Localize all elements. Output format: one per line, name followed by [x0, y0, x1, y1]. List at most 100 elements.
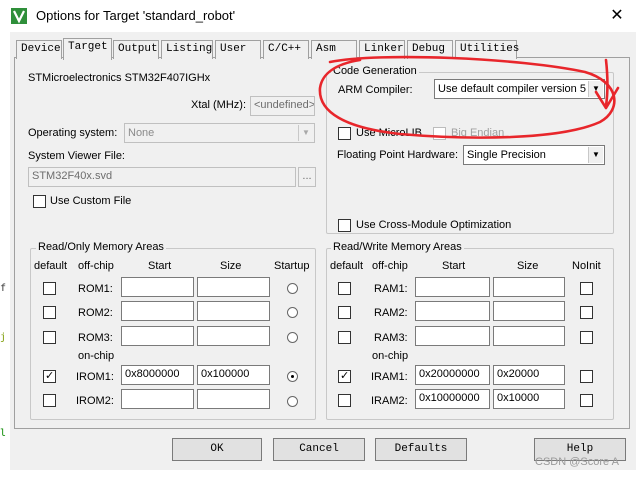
ram1-size-input[interactable]	[493, 277, 565, 297]
device-name: STMicroelectronics STM32F407IGHx	[28, 72, 211, 84]
rom2-default-checkbox[interactable]	[43, 306, 56, 319]
ro-header-offchip: off-chip	[78, 260, 114, 272]
defaults-button[interactable]: Defaults	[375, 438, 467, 461]
use-microlib-label: Use MicroLIB	[356, 127, 423, 139]
keil-app-icon	[10, 7, 28, 25]
ram2-start-input[interactable]	[415, 301, 490, 321]
ram3-label: RAM3:	[374, 332, 408, 344]
tab-output[interactable]: Output	[113, 40, 159, 59]
xtal-input[interactable]: <undefined>	[250, 96, 315, 116]
background-editor-strip: f j l	[0, 32, 10, 477]
chevron-down-icon: ▼	[588, 81, 603, 97]
floating-point-select[interactable]: Single Precision ▼	[463, 145, 605, 165]
svd-label: System Viewer File:	[28, 150, 125, 162]
iram2-default-checkbox[interactable]	[338, 394, 351, 407]
tab-device[interactable]: Device	[16, 40, 62, 59]
tab-linker[interactable]: Linker	[359, 40, 405, 59]
cross-module-label: Use Cross-Module Optimization	[356, 219, 512, 231]
strip-char: f	[0, 283, 7, 294]
ram3-noinit-checkbox[interactable]	[580, 331, 593, 344]
rom1-size-input[interactable]	[197, 277, 270, 297]
arm-compiler-select[interactable]: Use default compiler version 5 ▼	[434, 79, 605, 99]
strip-char: l	[0, 428, 7, 439]
irom1-default-checkbox[interactable]: ✓	[43, 370, 56, 383]
iram1-start-input[interactable]: 0x20000000	[415, 365, 490, 385]
rom2-startup-radio[interactable]	[287, 307, 298, 318]
rom1-startup-radio[interactable]	[287, 283, 298, 294]
irom2-size-input[interactable]	[197, 389, 270, 409]
arm-compiler-label: ARM Compiler:	[338, 84, 413, 96]
use-custom-file-checkbox[interactable]	[33, 195, 46, 208]
os-label: Operating system:	[28, 127, 118, 139]
ram2-default-checkbox[interactable]	[338, 306, 351, 319]
cancel-button[interactable]: Cancel	[273, 438, 365, 461]
irom2-startup-radio[interactable]	[287, 396, 298, 407]
close-icon[interactable]: ✕	[604, 4, 630, 28]
tab-target[interactable]: Target	[63, 38, 112, 60]
rom3-size-input[interactable]	[197, 326, 270, 346]
rom2-size-input[interactable]	[197, 301, 270, 321]
iram1-default-checkbox[interactable]: ✓	[338, 370, 351, 383]
rom3-label: ROM3:	[78, 332, 113, 344]
tab-listing[interactable]: Listing	[161, 40, 213, 59]
irom2-start-input[interactable]	[121, 389, 194, 409]
rom3-default-checkbox[interactable]	[43, 331, 56, 344]
strip-char: j	[0, 332, 7, 343]
window-title: Options for Target 'standard_robot'	[36, 8, 236, 23]
ram2-label: RAM2:	[374, 307, 408, 319]
rom1-start-input[interactable]	[121, 277, 194, 297]
rw-header-start: Start	[442, 260, 466, 272]
ro-memory-title: Read/Only Memory Areas	[36, 241, 166, 253]
arm-compiler-value: Use default compiler version 5	[438, 83, 586, 95]
iram1-noinit-checkbox[interactable]	[580, 370, 593, 383]
ro-header-startup: Startup	[274, 260, 310, 272]
ram3-size-input[interactable]	[493, 326, 565, 346]
tab-user[interactable]: User	[215, 40, 261, 59]
irom1-size-input[interactable]: 0x100000	[197, 365, 270, 385]
chevron-down-icon: ▼	[298, 125, 313, 141]
floating-point-value: Single Precision	[467, 149, 546, 161]
rom1-label: ROM1:	[78, 283, 113, 295]
os-select-value: None	[128, 127, 155, 139]
use-microlib-checkbox[interactable]	[338, 127, 351, 140]
rw-header-noinit: NoInit	[572, 260, 601, 272]
rom1-default-checkbox[interactable]	[43, 282, 56, 295]
irom1-label: IROM1:	[76, 371, 114, 383]
iram2-noinit-checkbox[interactable]	[580, 394, 593, 407]
rom2-start-input[interactable]	[121, 301, 194, 321]
floating-point-label: Floating Point Hardware:	[337, 149, 459, 161]
ram1-start-input[interactable]	[415, 277, 490, 297]
xtal-label: Xtal (MHz):	[191, 99, 246, 111]
rw-header-offchip: off-chip	[372, 260, 408, 272]
tab-asm[interactable]: Asm	[311, 40, 357, 59]
browse-button[interactable]: ...	[298, 167, 316, 187]
ram3-default-checkbox[interactable]	[338, 331, 351, 344]
use-custom-file-label: Use Custom File	[50, 195, 132, 207]
ram2-noinit-checkbox[interactable]	[580, 306, 593, 319]
tab-debug[interactable]: Debug	[407, 40, 453, 59]
tab-c-cpp[interactable]: C/C++	[263, 40, 309, 59]
ro-header-default: default	[34, 260, 68, 272]
ram1-default-checkbox[interactable]	[338, 282, 351, 295]
ram2-size-input[interactable]	[493, 301, 565, 321]
irom2-default-checkbox[interactable]	[43, 394, 56, 407]
checkmark-icon: ✓	[340, 370, 350, 382]
ro-header-start: Start	[148, 260, 172, 272]
iram1-size-input[interactable]: 0x20000	[493, 365, 565, 385]
rom3-start-input[interactable]	[121, 326, 194, 346]
big-endian-checkbox[interactable]	[433, 127, 446, 140]
iram2-start-input[interactable]: 0x10000000	[415, 389, 490, 409]
iram2-label: IRAM2:	[371, 395, 408, 407]
tab-utilities[interactable]: Utilities	[455, 40, 519, 59]
irom1-start-input[interactable]: 0x8000000	[121, 365, 194, 385]
iram2-size-input[interactable]: 0x10000	[493, 389, 565, 409]
ram3-start-input[interactable]	[415, 326, 490, 346]
svd-input[interactable]: STM32F40x.svd	[28, 167, 296, 187]
cross-module-checkbox[interactable]	[338, 219, 351, 232]
ok-button[interactable]: OK	[172, 438, 262, 461]
ram1-noinit-checkbox[interactable]	[580, 282, 593, 295]
rom3-startup-radio[interactable]	[287, 332, 298, 343]
rw-header-size: Size	[517, 260, 539, 272]
os-select[interactable]: None ▼	[124, 123, 315, 143]
irom1-startup-radio[interactable]	[287, 371, 298, 382]
